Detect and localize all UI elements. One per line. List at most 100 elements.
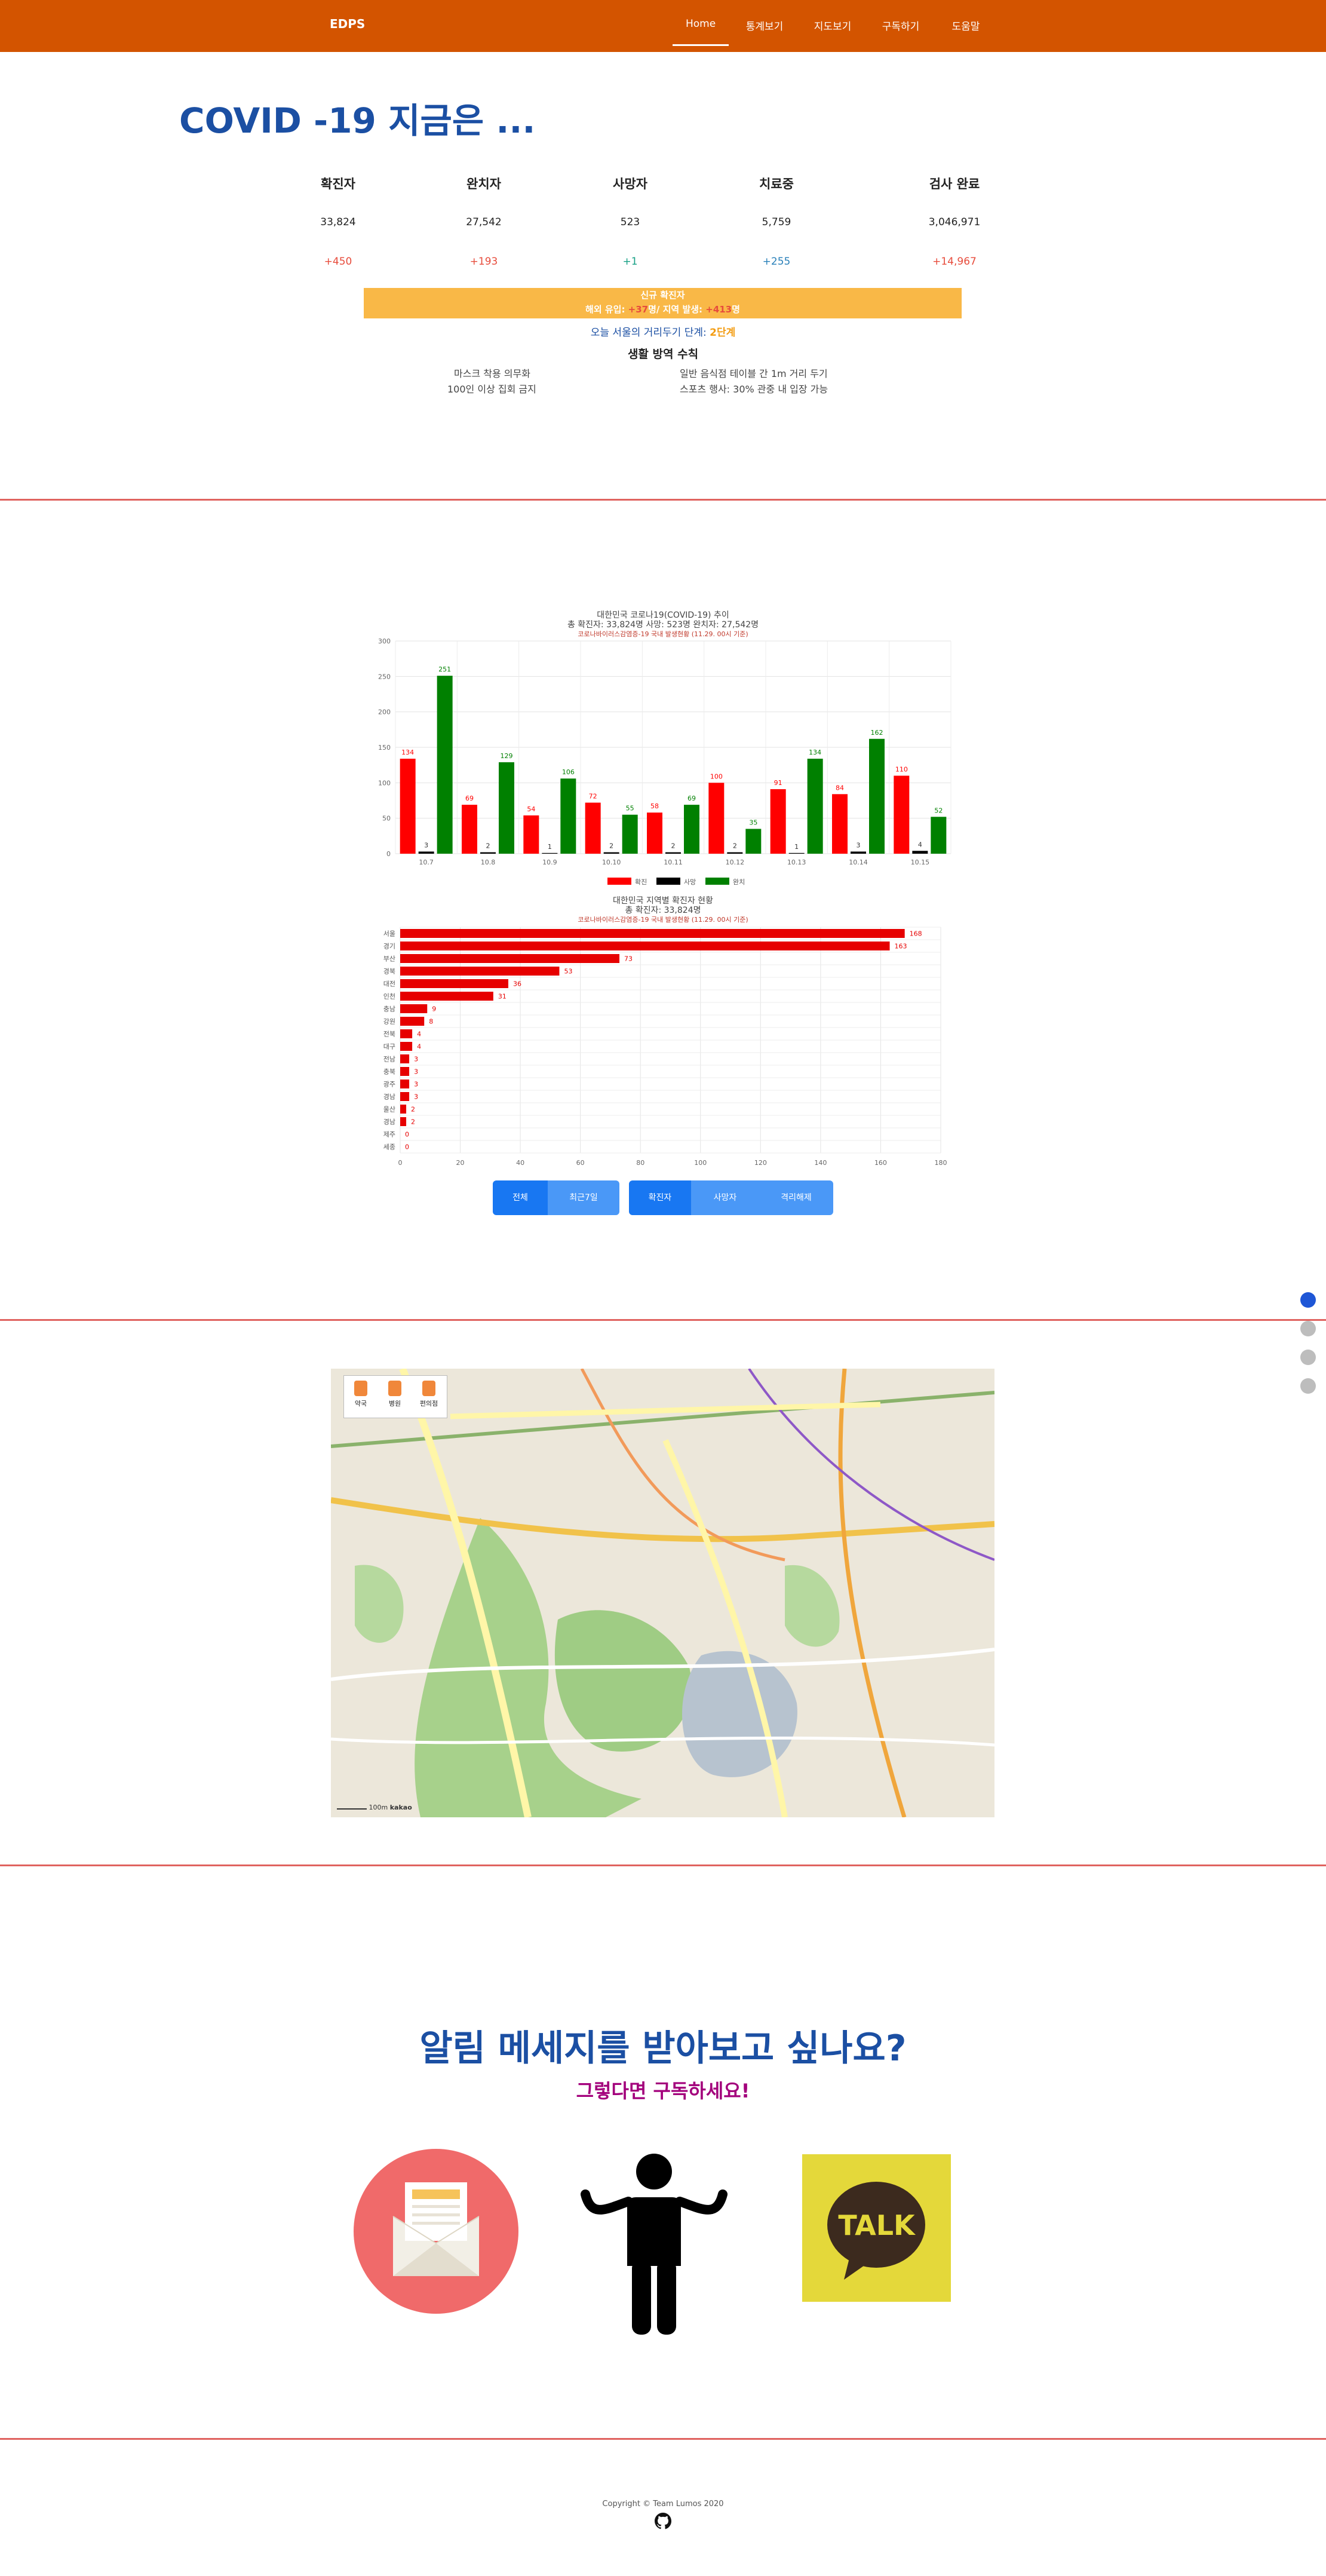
bar-region [400, 1092, 410, 1101]
data-label: 1 [548, 843, 552, 851]
region-chart-source: 코로나바이러스감염증-19 국내 발생현황 (11.29. 00시 기준) [578, 916, 748, 924]
navbar: EDPS Home 통계보기 지도보기 구독하기 도움말 [0, 0, 1326, 52]
y-tick-label: 강원 [383, 1018, 395, 1026]
map-scale: 100m kakao [337, 1804, 412, 1811]
y-tick-label: 경남 [383, 1118, 395, 1126]
data-label: 84 [836, 784, 844, 792]
nav-home[interactable]: Home [686, 18, 716, 30]
nav-stats[interactable]: 통계보기 [741, 18, 788, 33]
y-tick-label: 세종 [383, 1143, 395, 1151]
kakao-talk-label: TALK [838, 2209, 915, 2241]
bar-region [400, 1029, 413, 1038]
stat-value-deaths: 523 [620, 216, 640, 228]
metric-confirmed-button[interactable]: 확진자 [629, 1180, 691, 1215]
y-tick-label: 제주 [383, 1131, 395, 1139]
stat-value-tested: 3,046,971 [928, 216, 981, 228]
nav-map[interactable]: 지도보기 [809, 18, 857, 33]
filter-7days-button[interactable]: 최근7일 [548, 1180, 619, 1215]
bar-region [400, 1042, 413, 1051]
rule-item: 일반 음식점 테이블 간 1m 거리 두기 [680, 368, 828, 379]
pharmacy-icon [354, 1381, 367, 1396]
legend-swatch [607, 878, 631, 885]
y-tick-label: 200 [378, 709, 391, 716]
data-label: 52 [934, 806, 943, 814]
data-label: 163 [895, 943, 907, 950]
stat-value-treating: 5,759 [762, 216, 791, 228]
bar-완치 [745, 829, 762, 854]
bar-region [400, 1117, 407, 1126]
subscribe-subtitle: 그렇다면 구독하세요! [576, 2080, 750, 2102]
y-tick-label: 대전 [383, 980, 395, 988]
y-tick-label: 인천 [383, 992, 395, 1001]
y-tick-label: 전남 [383, 1056, 395, 1063]
bar-확진 [647, 812, 662, 854]
store-filter[interactable]: 편의점 [412, 1376, 446, 1418]
metric-deaths-button[interactable]: 사망자 [691, 1180, 759, 1215]
stat-label-recovered: 완치자 [466, 177, 501, 191]
bar-사망 [665, 852, 681, 854]
pharmacy-filter[interactable]: 약국 [344, 1376, 377, 1418]
bar-완치 [622, 814, 638, 854]
github-icon[interactable] [655, 2513, 671, 2529]
y-tick-label: 광주 [383, 1081, 395, 1088]
data-label: 69 [687, 795, 696, 802]
x-tick-label: 10.13 [787, 858, 806, 866]
bar-완치 [931, 817, 947, 854]
data-label: 9 [432, 1005, 436, 1013]
section-nav-dot-2[interactable] [1300, 1321, 1316, 1336]
kakao-map[interactable]: 약국 병원 편의점 100m kakao [331, 1369, 994, 1817]
bar-확진 [400, 758, 416, 854]
nav-help[interactable]: 도움말 [945, 18, 987, 33]
map-tiles [331, 1369, 994, 1817]
region-chart-subtitle: 총 확진자: 33,824명 [625, 906, 701, 915]
data-label: 3 [414, 1068, 418, 1076]
stat-value-recovered: 27,542 [466, 216, 502, 228]
stat-delta-tested: +14,967 [932, 256, 977, 268]
data-label: 72 [589, 793, 597, 801]
bar-확진 [462, 805, 477, 854]
section-nav-dot-3[interactable] [1300, 1350, 1316, 1365]
trend-chart-title: 대한민국 코로나19(COVID-19) 추이 [597, 611, 729, 620]
bar-확진 [770, 789, 786, 854]
distancing-level: 오늘 서울의 거리두기 단계: 2단계 [590, 327, 736, 339]
x-tick-label: 180 [935, 1159, 947, 1167]
data-label: 134 [809, 749, 821, 756]
data-label: 251 [438, 666, 451, 673]
kakaotalk-subscribe-button[interactable]: TALK [802, 2154, 951, 2302]
bar-사망 [603, 852, 619, 854]
y-tick-label: 충북 [383, 1068, 395, 1076]
x-tick-label: 10.11 [664, 858, 683, 866]
data-label: 4 [417, 1031, 421, 1038]
data-label: 3 [424, 841, 428, 849]
bar-확진 [585, 802, 601, 854]
hospital-filter[interactable]: 병원 [378, 1376, 412, 1418]
x-tick-label: 80 [636, 1159, 644, 1167]
section-nav-dot-4[interactable] [1300, 1378, 1316, 1394]
x-tick-label: 0 [398, 1159, 403, 1167]
bar-완치 [807, 758, 823, 854]
section-divider [0, 1864, 1326, 1866]
email-subscribe-icon[interactable] [352, 2148, 520, 2315]
new-cases-alert: 신규 확진자 해외 유입: +37명/ 지역 발생: +413명 [364, 288, 962, 318]
legend-swatch [656, 878, 680, 885]
data-label: 3 [414, 1093, 418, 1101]
bar-사망 [727, 852, 743, 854]
bar-region [400, 992, 493, 1001]
trend-chart-heading: 대한민국 코로나19(COVID-19) 추이 총 확진자: 33,824명 사… [364, 611, 962, 639]
brand-logo[interactable]: EDPS [330, 17, 365, 31]
y-tick-label: 100 [378, 779, 391, 787]
metric-released-button[interactable]: 격리해제 [759, 1180, 833, 1215]
bar-완치 [499, 762, 514, 854]
data-label: 3 [857, 841, 861, 849]
region-chart: 0 20 40 60 80 100 120 140 160 180서울 168경기 163부산 73경북… [383, 927, 947, 1167]
filter-all-button[interactable]: 전체 [493, 1180, 548, 1215]
y-tick-label: 150 [378, 744, 391, 752]
data-label: 0 [405, 1143, 409, 1151]
y-tick-label: 0 [386, 850, 391, 858]
nav-subscribe[interactable]: 구독하기 [877, 18, 925, 33]
stat-label-tested: 검사 완료 [929, 177, 980, 191]
y-tick-label: 경북 [383, 968, 395, 976]
section-nav-dot-1[interactable] [1300, 1292, 1316, 1308]
y-tick-label: 250 [378, 673, 391, 680]
x-tick-label: 10.15 [911, 858, 930, 866]
